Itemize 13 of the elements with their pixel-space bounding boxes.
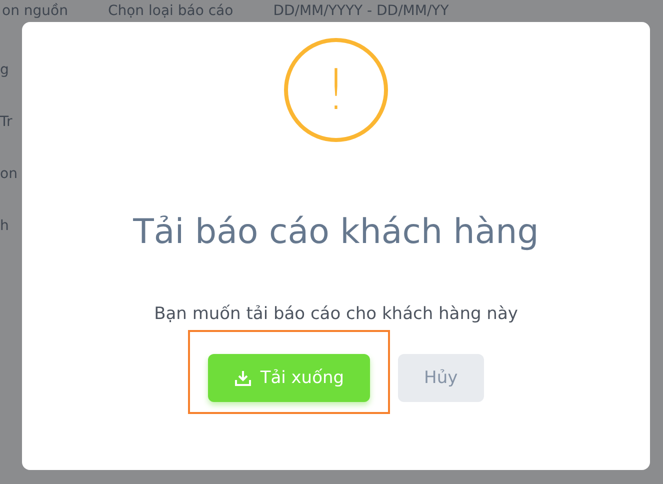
row-text: on — [0, 166, 18, 182]
download-button[interactable]: Tải xuống — [208, 354, 370, 402]
filter-text: DD/MM/YYYY - DD/MM/YY — [273, 3, 449, 19]
row-text: g — [0, 62, 10, 78]
row-text: h — [0, 218, 10, 234]
dialog-message: Bạn muốn tải báo cáo cho khách hàng này — [154, 304, 518, 324]
row-text: Tr — [0, 114, 14, 130]
download-icon — [234, 369, 252, 387]
filter-text: Chọn loại báo cáo — [108, 3, 234, 19]
warning-icon: ! — [284, 38, 388, 142]
dialog-title: Tải báo cáo khách hàng — [133, 212, 539, 252]
filter-text: on nguồn — [2, 3, 68, 19]
cancel-button[interactable]: Hủy — [398, 354, 484, 402]
